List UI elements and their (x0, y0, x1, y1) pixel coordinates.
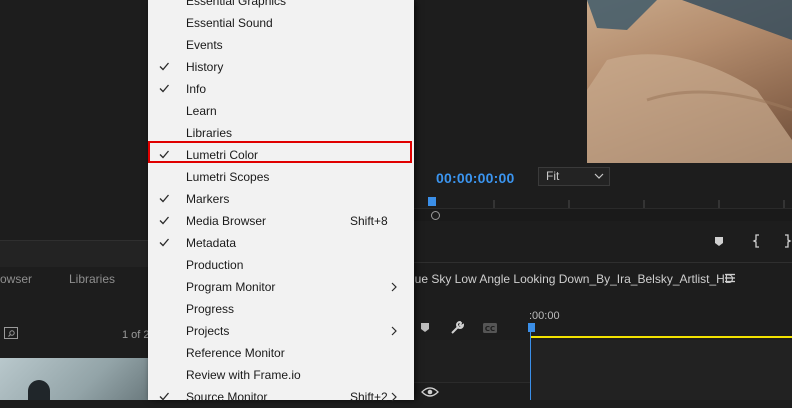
monitor-playhead-handle[interactable] (428, 197, 436, 206)
menu-item-label: Essential Graphics (186, 0, 287, 8)
chevron-down-icon (594, 173, 604, 179)
menu-item-program-monitor[interactable]: Program Monitor (148, 276, 414, 298)
menu-item-essential-sound[interactable]: Essential Sound (148, 12, 414, 34)
checkmark-icon (159, 194, 169, 203)
menu-item-label: Media Browser (186, 214, 267, 228)
menu-item-metadata[interactable]: Metadata (148, 232, 414, 254)
hamburger-menu-icon[interactable] (724, 272, 736, 284)
menu-item-markers[interactable]: Markers (148, 188, 414, 210)
timeline-playhead-handle[interactable] (528, 323, 535, 332)
menu-item-label: Events (186, 38, 223, 52)
panel-divider (0, 240, 148, 267)
work-area-bar[interactable] (531, 336, 792, 338)
wrench-icon[interactable] (449, 320, 465, 336)
menu-item-reference-monitor[interactable]: Reference Monitor (148, 342, 414, 364)
menu-item-events[interactable]: Events (148, 34, 414, 56)
menu-item-label: Learn (186, 104, 217, 118)
menu-item-lumetri-scopes[interactable]: Lumetri Scopes (148, 166, 414, 188)
menu-item-label: Reference Monitor (186, 346, 285, 360)
menu-item-label: Lumetri Scopes (186, 170, 270, 184)
monitor-zoom-knob[interactable] (431, 211, 440, 220)
monitor-scrub-bar[interactable] (414, 208, 792, 221)
monitor-ruler-ticks (493, 200, 785, 208)
menu-item-label: Source Monitor (186, 390, 268, 404)
menu-item-label: History (186, 60, 224, 74)
menu-item-label: Review with Frame.io (186, 368, 301, 382)
search-bin-icon[interactable] (4, 327, 18, 339)
submenu-arrow-icon (391, 392, 397, 402)
menu-item-essential-graphics[interactable]: Essential Graphics (148, 0, 414, 12)
video-track-content[interactable] (531, 340, 792, 400)
video-frame-image (587, 0, 792, 163)
tab-media-browser[interactable]: owser (0, 272, 32, 286)
eye-icon[interactable] (421, 386, 439, 398)
mark-out-icon[interactable] (779, 233, 792, 249)
menu-item-production[interactable]: Production (148, 254, 414, 276)
video-preview (587, 0, 792, 163)
menu-item-info[interactable]: Info (148, 78, 414, 100)
tab-libraries[interactable]: Libraries (69, 272, 115, 286)
menu-item-media-browser[interactable]: Media Browser Shift+8 (148, 210, 414, 232)
timeline-playhead-line (530, 332, 531, 400)
zoom-fit-value: Fit (546, 169, 560, 183)
checkmark-icon (159, 84, 169, 93)
menu-item-shortcut: Shift+2 (350, 390, 388, 404)
add-marker-icon[interactable] (417, 320, 433, 336)
page-indicator: 1 of 2 (122, 329, 150, 341)
menu-item-progress[interactable]: Progress (148, 298, 414, 320)
menu-item-shortcut: Shift+8 (350, 214, 388, 228)
add-marker-icon[interactable] (711, 233, 727, 249)
submenu-arrow-icon (391, 282, 397, 292)
menu-item-label: Projects (186, 324, 230, 338)
timeline-ruler-time: :00:00 (529, 310, 560, 322)
checkmark-icon (159, 216, 169, 225)
menu-item-source-monitor[interactable]: Source Monitor Shift+2 (148, 386, 414, 408)
captions-icon[interactable]: CC (482, 320, 498, 336)
sequence-tab-title[interactable]: lue Sky Low Angle Looking Down_By_Ira_Be… (412, 272, 734, 286)
checkmark-icon (159, 62, 169, 71)
menu-item-label: Progress (186, 302, 235, 316)
menu-item-label: Metadata (186, 236, 237, 250)
submenu-arrow-icon (391, 326, 397, 336)
clip-thumbnail[interactable] (0, 358, 148, 400)
mark-in-icon[interactable] (749, 233, 765, 249)
menu-item-label: Program Monitor (186, 280, 276, 294)
svg-text:CC: CC (485, 325, 495, 333)
zoom-fit-select[interactable]: Fit (538, 167, 610, 186)
checkmark-icon (159, 392, 169, 401)
menu-item-review-with-frame-io[interactable]: Review with Frame.io (148, 364, 414, 386)
menu-item-label: Info (186, 82, 207, 96)
menu-item-label: Essential Sound (186, 16, 273, 30)
lumetri-color-highlight-box (148, 141, 412, 163)
playhead-timecode[interactable]: 00:00:00:00 (436, 170, 514, 186)
menu-item-history[interactable]: History (148, 56, 414, 78)
menu-item-label: Production (186, 258, 244, 272)
menu-item-label: Markers (186, 192, 230, 206)
thumbnail-subject (28, 380, 50, 400)
checkmark-icon (159, 238, 169, 247)
menu-item-label: Libraries (186, 126, 233, 140)
menu-item-projects[interactable]: Projects (148, 320, 414, 342)
menu-item-learn[interactable]: Learn (148, 100, 414, 122)
